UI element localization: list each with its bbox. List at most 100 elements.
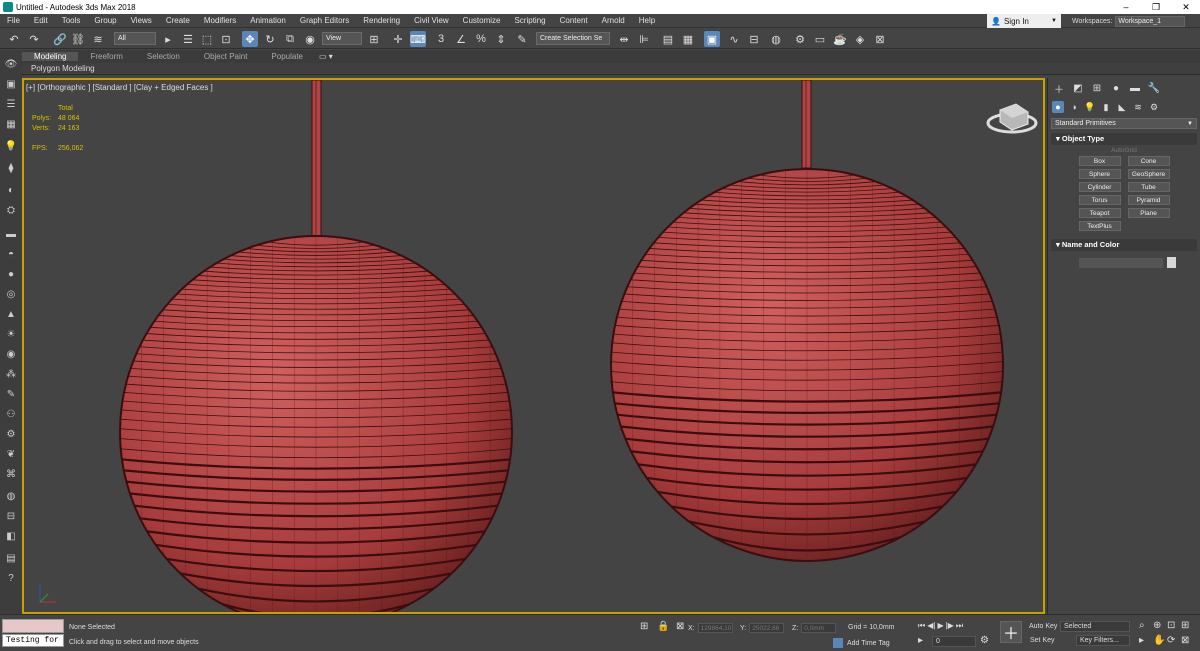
polygon-modeling-panel[interactable]: Polygon Modeling (22, 63, 1200, 75)
play-icon[interactable]: ▶ (937, 621, 943, 631)
menu-arnold[interactable]: Arnold (595, 16, 632, 25)
menu-views[interactable]: Views (124, 16, 159, 25)
object-color-swatch[interactable] (1167, 257, 1176, 268)
textplus-button[interactable]: TextPlus (1078, 221, 1121, 231)
systems-icon[interactable]: ⚙ (1148, 101, 1160, 113)
helper-icon[interactable]: ◐ (4, 184, 18, 197)
autokey-button[interactable]: Auto Key (1027, 621, 1059, 632)
utilities-tab-icon[interactable]: 🔧 (1147, 81, 1161, 95)
undo-icon[interactable]: ↶ (6, 31, 22, 47)
manipulate-icon[interactable]: ✛ (390, 31, 406, 47)
settings-icon[interactable]: ⚙ (4, 428, 18, 441)
tab-freeform[interactable]: Freeform (78, 52, 134, 61)
teapot-button[interactable]: Teapot (1078, 208, 1121, 218)
select-move-icon[interactable]: ✥ (242, 31, 258, 47)
sphere-button[interactable]: Sphere (1078, 169, 1121, 179)
render-setup-icon[interactable]: ⚙ (792, 31, 808, 47)
geosphere-button[interactable]: GeoSphere (1127, 169, 1170, 179)
box-button[interactable]: Box (1078, 156, 1121, 166)
arnold-icon[interactable]: ⊠ (872, 31, 888, 47)
node-icon[interactable]: ⌘ (4, 468, 18, 481)
helpers-icon[interactable]: ◣ (1116, 101, 1128, 113)
camera-icon[interactable]: ⧫ (4, 162, 18, 175)
render-production-icon[interactable]: ☕ (832, 31, 848, 47)
help-icon[interactable]: ? (4, 572, 18, 585)
render-iterative-icon[interactable]: ◈ (852, 31, 868, 47)
select-by-name-icon[interactable]: ☰ (180, 31, 196, 47)
create-tab-icon[interactable]: ＋ (1052, 81, 1066, 96)
key-filters-button[interactable]: Key Filters... (1076, 635, 1130, 646)
viewport-orthographic[interactable]: [+] [Orthographic ] [Standard ] [Clay + … (22, 78, 1045, 614)
angle-snap-icon[interactable]: ∠ (453, 31, 469, 47)
utility-icon[interactable]: ▤ (4, 552, 18, 565)
add-time-tag[interactable]: Add Time Tag (833, 638, 890, 648)
isolate-icon[interactable]: ⊞ (640, 621, 648, 632)
menu-animation[interactable]: Animation (243, 16, 293, 25)
category-dropdown[interactable]: Standard Primitives ▼ (1051, 118, 1197, 129)
people-icon[interactable]: ⚇ (4, 408, 18, 421)
select-object-icon[interactable]: ▸ (160, 31, 176, 47)
select-scale-icon[interactable]: ⧉ (282, 31, 298, 47)
tab-modeling[interactable]: Modeling (22, 52, 79, 61)
hierarchy-tab-icon[interactable]: ⊞ (1090, 81, 1104, 95)
menu-customize[interactable]: Customize (456, 16, 508, 25)
link-icon[interactable]: 🔗 (52, 31, 68, 47)
zoom-extents-icon[interactable]: ⊡ (1167, 620, 1175, 631)
dome-icon[interactable]: ◓ (4, 248, 18, 261)
x-field[interactable]: 129864,10 (697, 623, 733, 633)
selection-filter-dropdown[interactable]: All (114, 32, 156, 45)
unlink-icon[interactable]: ⛓ (70, 31, 86, 47)
menu-modifiers[interactable]: Modifiers (197, 16, 243, 25)
setkey-button[interactable]: Set Key (1028, 635, 1057, 646)
menu-content[interactable]: Content (553, 16, 595, 25)
viewcube[interactable] (986, 103, 1038, 134)
percent-snap-icon[interactable]: % (473, 31, 489, 47)
lantern-left[interactable] (119, 80, 513, 614)
signin-button[interactable]: 👤 Sign In ▼ (987, 14, 1061, 28)
key-selection-dropdown[interactable]: Selected (1060, 621, 1130, 632)
window-crossing-icon[interactable]: ⊡ (218, 31, 234, 47)
place-icon[interactable]: ◉ (302, 31, 318, 47)
scene-list-icon[interactable]: ☰ (4, 98, 18, 111)
sun-icon[interactable]: ☀ (4, 328, 18, 341)
menu-group[interactable]: Group (87, 16, 123, 25)
display-icon[interactable]: ◧ (4, 530, 18, 543)
current-frame-field[interactable]: 0 (932, 636, 976, 647)
name-color-header[interactable]: ▾ Name and Color (1051, 239, 1197, 251)
maximize-viewport-icon[interactable]: ⊠ (1181, 635, 1189, 646)
geometry-icon[interactable]: ● (1052, 101, 1064, 113)
pan-icon[interactable]: ✋ (1153, 635, 1165, 646)
bug-icon[interactable]: ❦ (4, 448, 18, 461)
cone-button[interactable]: Cone (1127, 156, 1170, 166)
torus-icon[interactable]: ◎ (4, 288, 18, 301)
workspace-select[interactable]: Workspace_1 (1115, 15, 1186, 27)
modifier-icon[interactable]: ⛭ (4, 204, 18, 217)
brush-icon[interactable]: ✎ (4, 388, 18, 401)
motion-tab-icon[interactable]: ● (1109, 81, 1123, 95)
ribbon-options-icon[interactable]: ▭ ▾ (319, 52, 333, 61)
cylinder-icon[interactable]: ⊟ (4, 510, 18, 523)
bind-spacewarp-icon[interactable]: ≋ (90, 31, 106, 47)
pyramid-button[interactable]: Pyramid (1127, 195, 1170, 205)
autogrid-checkbox[interactable]: AutoGrid (1051, 147, 1197, 154)
rendered-frame-icon[interactable]: ▭ (812, 31, 828, 47)
spinner-snap-icon[interactable]: ⇕ (493, 31, 509, 47)
lantern-right[interactable] (610, 80, 1004, 567)
scene-explorer-icon[interactable]: ▤ (660, 31, 676, 47)
schematic-view-icon[interactable]: ⊟ (746, 31, 762, 47)
layer-explorer-icon[interactable]: ▦ (680, 31, 696, 47)
menu-tools[interactable]: Tools (55, 16, 88, 25)
absolute-mode-icon[interactable]: ⊠ (676, 621, 684, 632)
zoom-icon[interactable]: ⌕ (1139, 620, 1145, 631)
snaps-toggle-icon[interactable]: 3 (433, 31, 449, 47)
modify-tab-icon[interactable]: ◩ (1071, 81, 1085, 95)
named-selection-dropdown[interactable]: Create Selection Se (536, 32, 610, 45)
menu-graph-editors[interactable]: Graph Editors (293, 16, 356, 25)
tab-object-paint[interactable]: Object Paint (192, 52, 260, 61)
zoom-all-icon[interactable]: ⊕ (1153, 620, 1161, 631)
spacewarps-icon[interactable]: ≋ (1132, 101, 1144, 113)
orbit-icon[interactable]: ⟳ (1167, 635, 1175, 646)
box-icon[interactable]: ▬ (4, 228, 18, 241)
time-config-icon[interactable]: ▸ (918, 635, 923, 646)
display-tab-icon[interactable]: ▬ (1128, 81, 1142, 95)
